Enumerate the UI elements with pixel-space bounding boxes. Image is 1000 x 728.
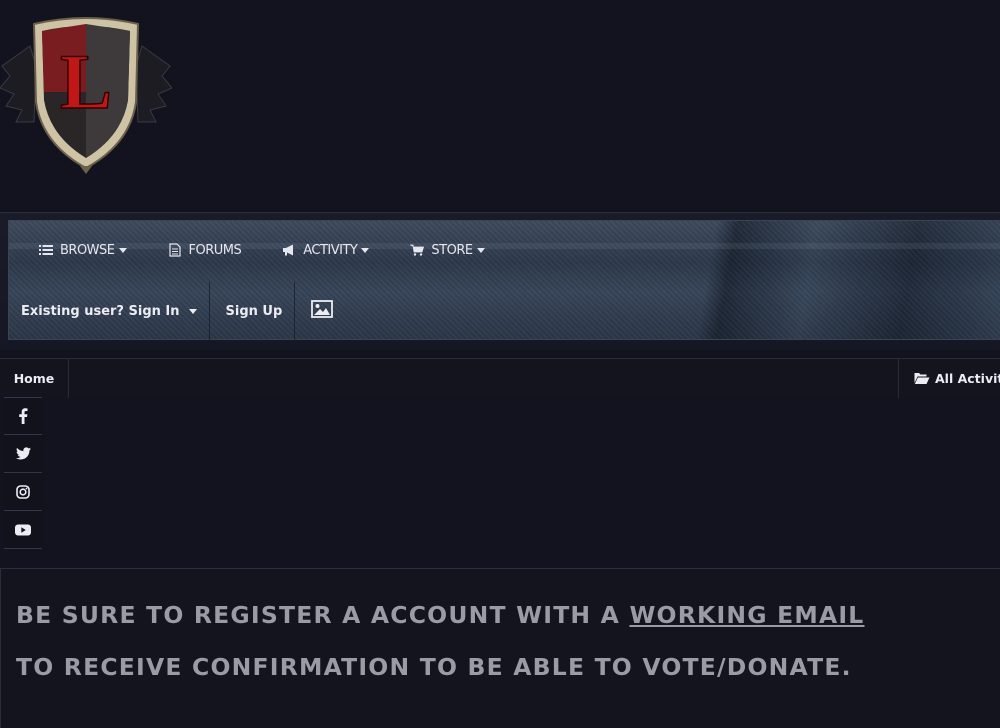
breadcrumb-home-label: Home (13, 371, 55, 386)
chevron-down-icon (188, 309, 197, 314)
notice-line-1: BE SURE TO REGISTER A ACCOUNT WITH A WOR… (16, 601, 864, 629)
facebook-icon (19, 408, 28, 424)
sign-in-button[interactable]: Existing user? Sign In (9, 282, 210, 340)
twitter-icon (15, 447, 31, 460)
cart-icon (409, 242, 425, 258)
nav-browse-label: Browse (60, 242, 115, 258)
instagram-button[interactable] (4, 473, 42, 511)
nav-browse[interactable]: Browse (38, 232, 127, 268)
facebook-button[interactable] (4, 397, 42, 435)
nav-store[interactable]: Store (409, 232, 485, 268)
sign-up-button[interactable]: Sign Up (210, 282, 296, 340)
list-icon (38, 242, 54, 258)
nav-store-label: Store (431, 242, 473, 258)
all-activity-link[interactable]: All Activity (898, 359, 1000, 398)
user-nav: Existing user? Sign In Sign Up (9, 282, 349, 340)
nav-activity-label: Activity (303, 242, 358, 258)
youtube-button[interactable] (4, 511, 42, 549)
site-logo[interactable]: L (0, 6, 172, 174)
youtube-icon (15, 524, 31, 535)
sign-in-label: Existing user? Sign In (21, 303, 180, 319)
notice-line-1-text: BE SURE TO REGISTER A ACCOUNT WITH A (16, 601, 630, 629)
folder-open-icon (914, 372, 930, 386)
logo-letter: L (60, 38, 112, 125)
bullhorn-icon (281, 242, 297, 258)
sign-up-label: Sign Up (225, 303, 283, 319)
document-icon (167, 242, 183, 258)
nav-forums[interactable]: Forums (167, 232, 242, 268)
breadcrumb: Home All Activity (0, 358, 1000, 398)
notice-line-2: TO RECEIVE CONFIRMATION TO BE ABLE TO VO… (16, 653, 852, 681)
chevron-down-icon (361, 248, 370, 253)
twitter-button[interactable] (4, 435, 42, 473)
chevron-down-icon (476, 248, 485, 253)
all-activity-label: All Activity (935, 371, 1000, 386)
social-links (4, 397, 42, 549)
logo-area: L (0, 0, 1000, 212)
nav-activity[interactable]: Activity (281, 232, 370, 268)
primary-nav: Browse Forums Activity (8, 232, 485, 268)
chevron-down-icon (118, 248, 127, 253)
instagram-icon (16, 484, 30, 499)
breadcrumb-home[interactable]: Home (0, 359, 69, 398)
nav-forums-label: Forums (188, 242, 242, 258)
image-button[interactable] (295, 282, 349, 340)
registration-notice: BE SURE TO REGISTER A ACCOUNT WITH A WOR… (0, 568, 1000, 728)
working-email-link[interactable]: WORKING EMAIL (629, 601, 864, 629)
image-icon (311, 300, 334, 322)
